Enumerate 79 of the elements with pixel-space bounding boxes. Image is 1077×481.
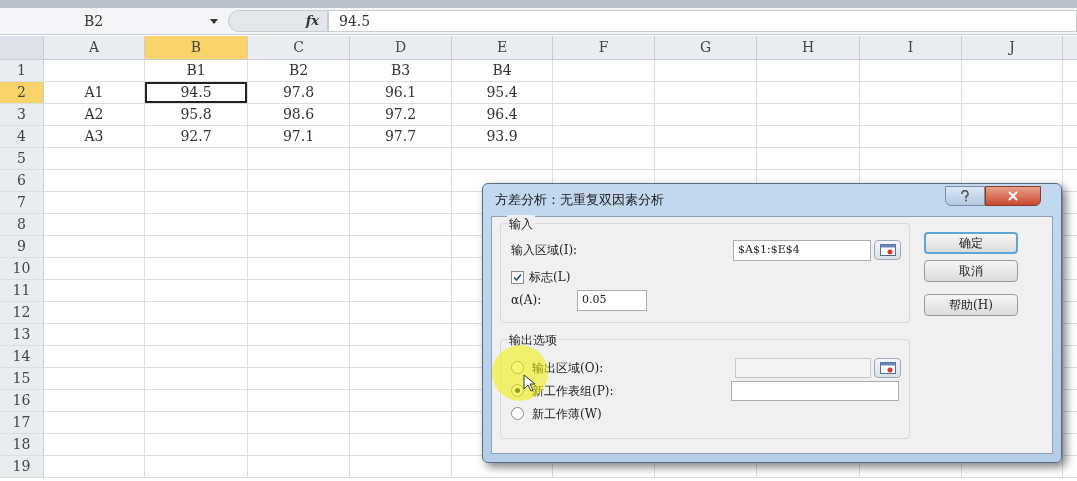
row-header[interactable]: 4: [0, 126, 44, 147]
row-header[interactable]: 18: [0, 434, 44, 455]
dialog-button[interactable]: 帮助(H): [924, 294, 1018, 316]
help-button[interactable]: [945, 186, 985, 206]
table-cell[interactable]: 93.9: [452, 126, 552, 147]
function-field[interactable]: fx: [228, 10, 328, 32]
table-cell[interactable]: 95.4: [452, 82, 552, 103]
table-cell[interactable]: 96.1: [350, 82, 451, 103]
formula-field[interactable]: 94.5: [328, 10, 1077, 32]
row-header[interactable]: 2: [0, 82, 44, 103]
table-cell[interactable]: 95.8: [145, 104, 247, 125]
field-label: α(A):: [511, 292, 543, 309]
input-range-field[interactable]: $A$1:$E$4: [733, 239, 871, 261]
column-header[interactable]: F: [553, 36, 655, 59]
table-cell[interactable]: 96.4: [452, 104, 552, 125]
row-header[interactable]: 13: [0, 324, 44, 345]
close-button[interactable]: [985, 186, 1041, 206]
insert-function-button[interactable]: fx: [305, 11, 319, 31]
table-cell[interactable]: 98.6: [248, 104, 349, 125]
row-header[interactable]: 12: [0, 302, 44, 323]
row-header[interactable]: 16: [0, 390, 44, 411]
table-cell[interactable]: A1: [44, 82, 144, 103]
output-range-field[interactable]: [735, 357, 871, 378]
table-cell[interactable]: 97.8: [248, 82, 349, 103]
row-header[interactable]: 9: [0, 236, 44, 257]
dialog-button[interactable]: 取消: [924, 260, 1018, 282]
radio-button[interactable]: [511, 407, 524, 420]
column-header[interactable]: E: [452, 36, 553, 59]
alpha-field[interactable]: 0.05: [577, 289, 647, 311]
table-cell[interactable]: A3: [44, 126, 144, 147]
range-select-icon: [879, 361, 896, 374]
table-cell[interactable]: 94.5: [145, 82, 247, 103]
row-header[interactable]: 15: [0, 368, 44, 389]
dropdown-caret-icon: [210, 18, 218, 24]
dialog-button[interactable]: 确定: [924, 232, 1018, 254]
row-header[interactable]: 11: [0, 280, 44, 301]
row-header[interactable]: 5: [0, 148, 44, 169]
table-cell[interactable]: B2: [248, 60, 349, 81]
checkmark-icon: [513, 272, 522, 282]
row-header[interactable]: 19: [0, 456, 44, 477]
column-header[interactable]: G: [655, 36, 757, 59]
column-header[interactable]: C: [248, 36, 350, 59]
column-header[interactable]: B: [145, 36, 248, 59]
table-cell[interactable]: B3: [350, 60, 451, 81]
table-cell[interactable]: 97.1: [248, 126, 349, 147]
row-header[interactable]: 7: [0, 192, 44, 213]
column-header[interactable]: H: [757, 36, 860, 59]
row-header[interactable]: 17: [0, 412, 44, 433]
table-cell[interactable]: 92.7: [145, 126, 247, 147]
group-title: 输入: [507, 215, 535, 233]
checkbox[interactable]: [511, 270, 524, 284]
radio-label: 新工作薄(W): [532, 405, 602, 423]
collapse-dialog-button[interactable]: [874, 240, 901, 260]
row-header[interactable]: 10: [0, 258, 44, 279]
table-cell[interactable]: 97.7: [350, 126, 451, 147]
column-header[interactable]: I: [860, 36, 962, 59]
radio-button[interactable]: [511, 384, 524, 397]
group-title: 输出选项: [507, 331, 559, 349]
name-box[interactable]: B2: [0, 10, 210, 32]
checkbox-label: 标志(L): [529, 269, 571, 286]
sheet-name-field[interactable]: [731, 380, 899, 401]
row-header[interactable]: 1: [0, 60, 44, 81]
column-header[interactable]: J: [962, 36, 1063, 59]
row-header[interactable]: 3: [0, 104, 44, 125]
question-icon: [960, 190, 970, 202]
table-cell[interactable]: 97.2: [350, 104, 451, 125]
dialog-title: 方差分析：无重复双因素分析: [495, 191, 665, 210]
close-icon: [1008, 191, 1018, 201]
radio-button[interactable]: [511, 361, 524, 374]
column-header[interactable]: D: [350, 36, 452, 59]
row-header[interactable]: 6: [0, 170, 44, 191]
table-cell[interactable]: B1: [145, 60, 247, 81]
row-header[interactable]: 14: [0, 346, 44, 367]
field-label: 输入区域(I):: [511, 242, 579, 259]
row-header[interactable]: 8: [0, 214, 44, 235]
table-cell[interactable]: A2: [44, 104, 144, 125]
range-select-icon: [879, 244, 896, 256]
table-cell[interactable]: B4: [452, 60, 552, 81]
collapse-dialog-button[interactable]: [874, 357, 901, 378]
